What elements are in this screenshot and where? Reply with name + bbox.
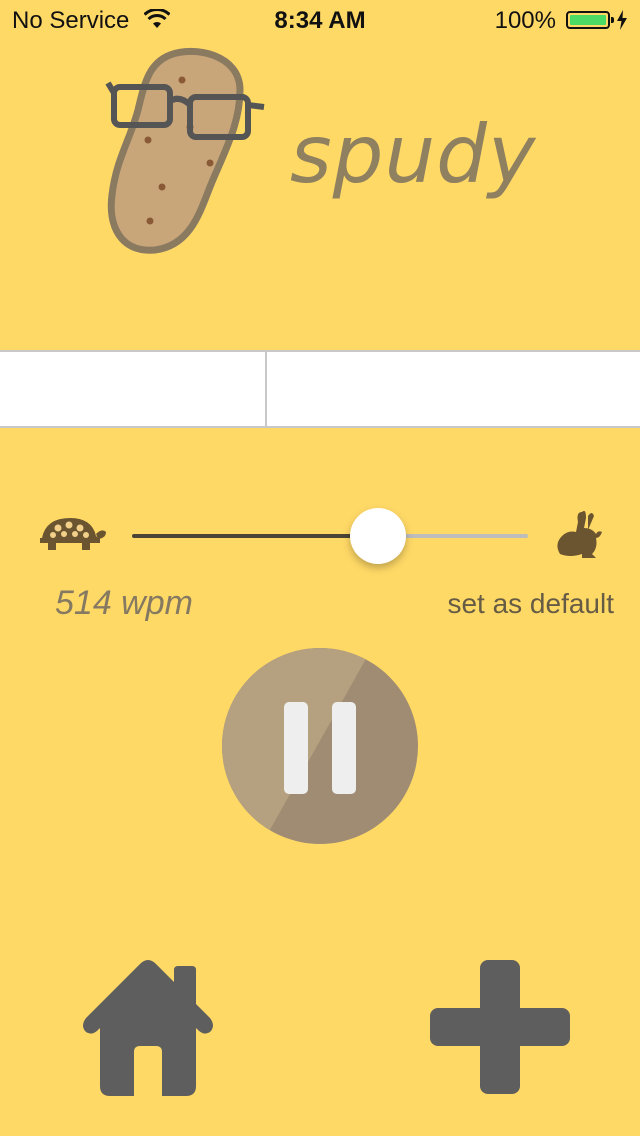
slider-thumb[interactable] xyxy=(349,508,406,564)
speed-slider[interactable] xyxy=(132,508,528,564)
turtle-icon[interactable] xyxy=(36,512,106,552)
slider-track-filled xyxy=(132,534,378,538)
potato-with-glasses-icon xyxy=(105,47,265,254)
status-bar: No Service 8:34 AM 100% xyxy=(0,0,640,40)
focus-divider xyxy=(265,352,267,426)
charging-bolt-icon xyxy=(617,10,627,30)
battery-percent: 100% xyxy=(494,7,556,34)
pause-icon xyxy=(284,702,356,794)
set-default-button[interactable]: set as default xyxy=(447,588,614,620)
wpm-readout: 514 wpm xyxy=(55,584,193,622)
app-name: spudy xyxy=(290,108,537,201)
plus-icon[interactable] xyxy=(428,958,572,1096)
word-display-panel xyxy=(0,350,640,428)
rabbit-icon[interactable] xyxy=(552,508,604,560)
pause-button[interactable] xyxy=(222,648,418,844)
battery-icon xyxy=(566,11,614,29)
home-icon[interactable] xyxy=(78,956,218,1098)
